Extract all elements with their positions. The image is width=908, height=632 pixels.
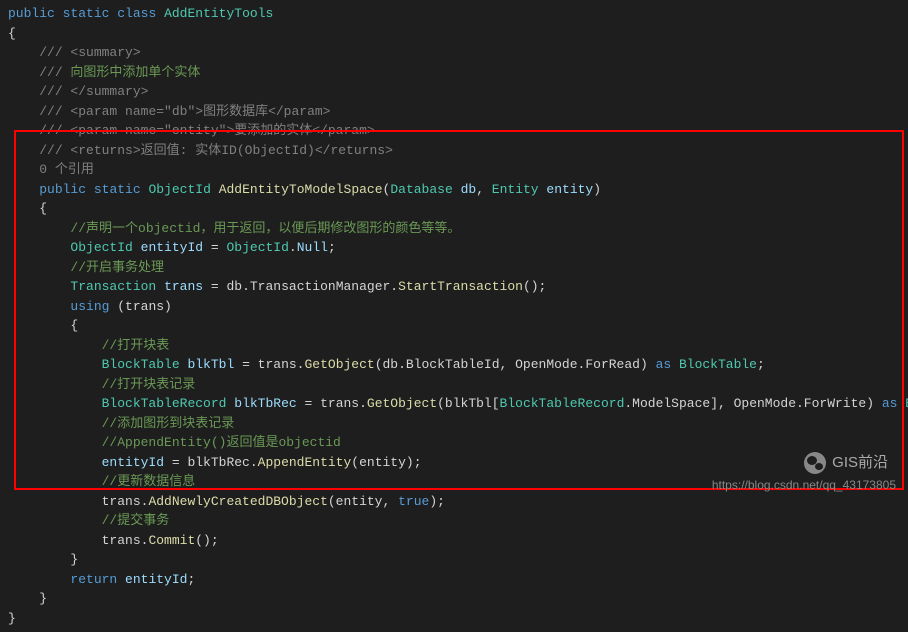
code-line: /// <summary> xyxy=(8,43,900,63)
wechat-icon xyxy=(804,452,826,474)
code-line: //AppendEntity()返回值是objectid xyxy=(8,433,900,453)
code-line: //提交事务 xyxy=(8,511,900,531)
code-line: entityId = blkTbRec.AppendEntity(entity)… xyxy=(8,453,900,473)
code-line: public static class AddEntityTools xyxy=(8,4,900,24)
code-line: return entityId; xyxy=(8,570,900,590)
code-line: /// <param name="db">图形数据库</param> xyxy=(8,102,900,122)
code-line: { xyxy=(8,24,900,44)
code-line: /// <param name="entity">要添加的实体</param> xyxy=(8,121,900,141)
code-line: } xyxy=(8,589,900,609)
code-line: public static ObjectId AddEntityToModelS… xyxy=(8,180,900,200)
code-line: /// <returns>返回值: 实体ID(ObjectId)</return… xyxy=(8,141,900,161)
code-line: //打开块表 xyxy=(8,336,900,356)
code-line: { xyxy=(8,199,900,219)
code-line: trans.Commit(); xyxy=(8,531,900,551)
code-line: /// 向图形中添加单个实体 xyxy=(8,63,900,83)
code-line: //添加图形到块表记录 xyxy=(8,414,900,434)
code-line: BlockTable blkTbl = trans.GetObject(db.B… xyxy=(8,355,900,375)
code-editor[interactable]: public static class AddEntityTools { ///… xyxy=(0,0,908,632)
code-line: trans.AddNewlyCreatedDBObject(entity, tr… xyxy=(8,492,900,512)
wechat-label: GIS前沿 xyxy=(832,452,888,475)
code-line: } xyxy=(8,609,900,629)
code-line: Transaction trans = db.TransactionManage… xyxy=(8,277,900,297)
code-line: using (trans) xyxy=(8,297,900,317)
code-line: { xyxy=(8,316,900,336)
code-line: 0 个引用 xyxy=(8,160,900,180)
watermark-text: https://blog.csdn.net/qq_43173805 xyxy=(712,476,896,494)
code-line: } xyxy=(8,550,900,570)
wechat-badge: GIS前沿 xyxy=(804,452,888,475)
code-line: BlockTableRecord blkTbRec = trans.GetObj… xyxy=(8,394,900,414)
code-line: //开启事务处理 xyxy=(8,258,900,278)
code-line: //声明一个objectid，用于返回，以便后期修改图形的颜色等等。 xyxy=(8,219,900,239)
code-line: /// </summary> xyxy=(8,82,900,102)
code-line: ObjectId entityId = ObjectId.Null; xyxy=(8,238,900,258)
code-line: //打开块表记录 xyxy=(8,375,900,395)
